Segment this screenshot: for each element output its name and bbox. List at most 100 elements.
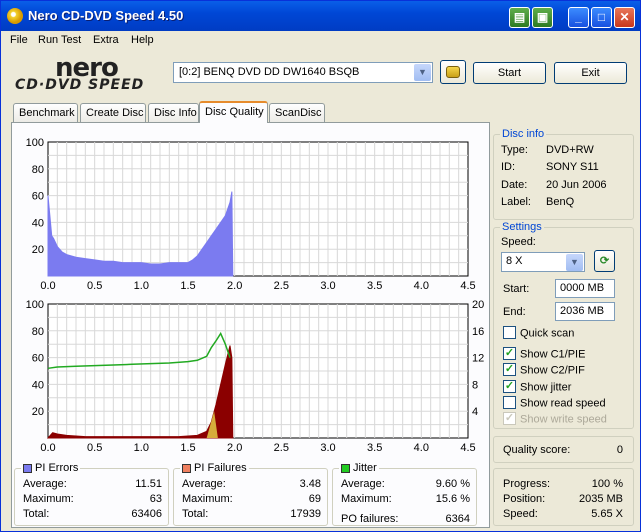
x-tick-label: 4.0 [414, 442, 429, 454]
checkbox-box[interactable]: ✓ [503, 363, 516, 376]
tab-scandisc[interactable]: ScanDisc [269, 103, 325, 122]
speed-stat-label: Speed: [503, 508, 538, 520]
x-tick-label: 2.5 [274, 442, 289, 454]
quality-score-label: Quality score: [503, 444, 571, 456]
chevron-down-icon[interactable]: ▼ [414, 64, 431, 81]
jitter-maximum-label: Maximum: [341, 493, 392, 505]
menu-run-test[interactable]: Run Test [38, 34, 81, 46]
tab-create-disc[interactable]: Create Disc [80, 103, 146, 122]
jitter-average: 9.60 % [435, 478, 470, 490]
pi-failures-maximum-label: Maximum: [182, 493, 233, 505]
checkbox-show-jitter[interactable]: ✓ Show jitter [503, 380, 572, 394]
start-input[interactable]: 0000 MB [555, 279, 615, 298]
pi-errors-title: PI Errors [35, 462, 79, 474]
tab-benchmark[interactable]: Benchmark [13, 103, 78, 122]
start-button[interactable]: Start [473, 62, 546, 84]
x-tick-label: 3.0 [320, 280, 335, 292]
y-tick-label: 100 [26, 299, 44, 311]
disc-label-label: Label: [501, 196, 531, 208]
quality-score-group: Quality score: 0 [493, 436, 634, 463]
checkbox-box: ✓ [503, 412, 516, 425]
checkbox-label: Show read speed [520, 397, 606, 410]
po-failures-value: 6364 [445, 513, 470, 525]
pi-failures-title: PI Failures [194, 462, 247, 474]
close-button[interactable]: ✕ [614, 7, 635, 28]
progress-value: 100 % [591, 478, 623, 490]
nero-logo: nero CD·DVD SPEED [15, 53, 165, 93]
copy-icon[interactable]: ▤ [509, 7, 530, 28]
x-tick-label: 4.5 [460, 280, 475, 292]
disc-id-value: SONY S11 [546, 161, 599, 173]
end-input[interactable]: 2036 MB [555, 302, 615, 321]
checkbox-label: Show jitter [520, 381, 572, 394]
x-tick-label: 2.5 [274, 280, 289, 292]
cd-icon [7, 8, 23, 24]
checkbox-quick-scan[interactable]: Quick scan [503, 326, 574, 340]
checkbox-show-read-speed[interactable]: Show read speed [503, 396, 606, 410]
checkbox-label: Show write speed [520, 413, 607, 426]
x-tick-label: 2.0 [227, 442, 242, 454]
pi-errors-maximum-label: Maximum: [23, 493, 74, 505]
x-tick-label: 0.0 [40, 442, 55, 454]
pi-errors-chart: 0.0 0.5 1.0 1.5 2.0 2.5 3.0 3.5 4.0 4.5 100 20 40 60 8… [26, 137, 476, 292]
disc-type-value: DVD+RW [546, 144, 594, 156]
menu-file[interactable]: File [10, 34, 28, 46]
menu-help[interactable]: Help [131, 34, 154, 46]
x-tick-label: 4.5 [460, 442, 475, 454]
title-bar[interactable]: Nero CD-DVD Speed 4.50 ▤ ▣ _ □ ✕ [1, 1, 640, 31]
tab-disc-quality[interactable]: Disc Quality [199, 101, 268, 123]
y2-tick-label: 4 [472, 406, 478, 418]
y-tick-label: 60 [32, 191, 44, 203]
minimize-button[interactable]: _ [568, 7, 589, 28]
x-tick-label: 3.0 [320, 442, 335, 454]
y-tick-label: 60 [32, 353, 44, 365]
logo-bottom-text: CD·DVD SPEED [15, 77, 145, 93]
y2-tick-label: 12 [472, 353, 484, 365]
maximize-button[interactable]: □ [591, 7, 612, 28]
x-tick-label: 1.0 [134, 280, 149, 292]
speed-stat-value: 5.65 X [591, 508, 623, 520]
jitter-maximum: 15.6 % [435, 493, 470, 505]
checkbox-box[interactable]: ✓ [503, 380, 516, 393]
position-value: 2035 MB [578, 493, 623, 505]
drive-refresh-icon [446, 66, 460, 79]
pi-failures-average-label: Average: [182, 478, 226, 490]
speed-select-value: 8 X [506, 255, 523, 267]
y-tick-label: 40 [32, 217, 44, 229]
start-label: Start: [503, 283, 530, 295]
checkbox-show-c1-pie[interactable]: ✓ Show C1/PIE [503, 347, 586, 361]
y-tick-label: 20 [32, 244, 44, 256]
refresh-icon[interactable]: ⟳ [594, 250, 615, 272]
disc-info-title: Disc info [500, 128, 547, 140]
checkbox-box[interactable]: ✓ [503, 347, 516, 360]
save-icon[interactable]: ▣ [532, 7, 553, 28]
checkbox-label: Show C1/PIE [520, 348, 586, 361]
jitter-average-label: Average: [341, 478, 385, 490]
x-tick-label: 4.0 [414, 280, 429, 292]
x-tick-label: 3.5 [367, 442, 382, 454]
menu-extra[interactable]: Extra [93, 34, 119, 46]
disc-date-value: 20 Jun 2006 [546, 179, 607, 191]
y-tick-label: 20 [32, 406, 44, 418]
end-label: End: [503, 306, 526, 318]
jitter-group: Jitter Average: 9.60 % Maximum: 15.6 % P… [332, 462, 477, 526]
speed-select[interactable]: 8 X ▼ [501, 252, 585, 272]
pi-errors-average-label: Average: [23, 478, 67, 490]
pi-failures-maximum: 69 [308, 493, 321, 505]
checkbox-show-c2-pif[interactable]: ✓ Show C2/PIF [503, 363, 585, 377]
disc-type-label: Type: [501, 144, 528, 156]
drive-select[interactable]: [0:2] BENQ DVD DD DW1640 BSQB ▼ [173, 62, 433, 83]
tab-disc-info[interactable]: Disc Info [148, 103, 199, 122]
speed-chevron-down-icon[interactable]: ▼ [566, 254, 583, 271]
exit-button[interactable]: Exit [554, 62, 627, 84]
refresh-drive-button[interactable] [440, 60, 466, 84]
drive-select-value: [0:2] BENQ DVD DD DW1640 BSQB [179, 66, 360, 78]
checkbox-box[interactable] [503, 396, 516, 409]
window-title: Nero CD-DVD Speed 4.50 [28, 8, 184, 23]
speed-label: Speed: [501, 236, 536, 248]
pi-failures-average: 3.48 [299, 478, 321, 490]
pi-failures-total-label: Total: [182, 508, 209, 520]
y2-tick-label: 16 [472, 326, 484, 338]
checkbox-box[interactable] [503, 326, 516, 339]
x-tick-label: 1.5 [180, 442, 195, 454]
